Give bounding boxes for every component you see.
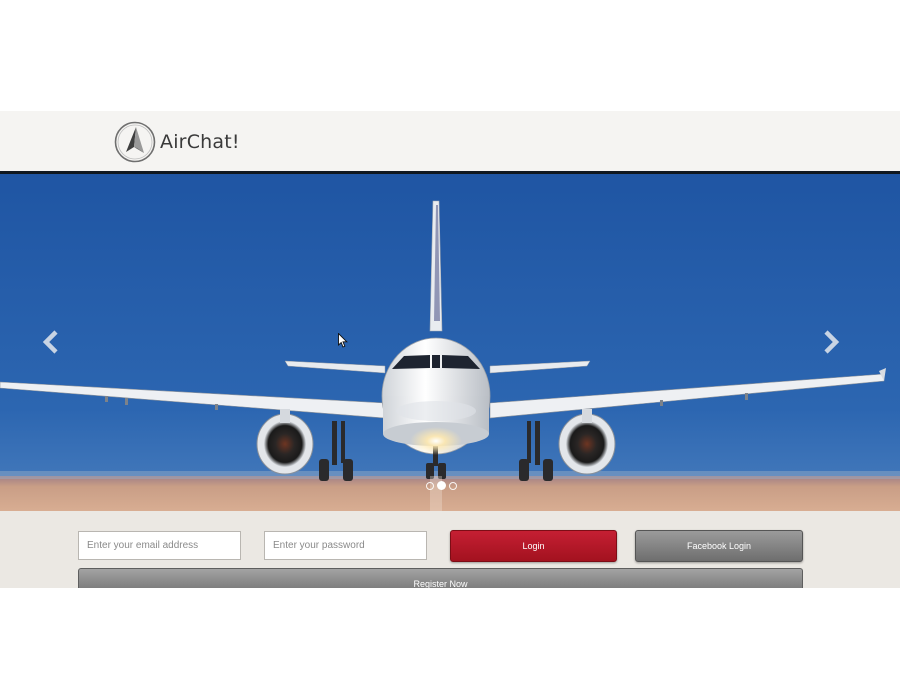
carousel-prev-button[interactable] <box>40 329 64 355</box>
register-clip: Register Now <box>0 511 900 588</box>
register-now-label: Register Now <box>413 579 468 588</box>
page: AirChat! Enter your email address Login … <box>0 0 900 700</box>
register-now-button[interactable]: Register Now <box>78 568 803 588</box>
logo[interactable]: AirChat! <box>114 120 240 164</box>
paper-plane-logo-icon <box>114 121 156 163</box>
logo-text: AirChat! <box>160 131 240 153</box>
carousel-dot-1[interactable] <box>426 481 434 490</box>
carousel-dot-3[interactable] <box>449 481 457 490</box>
chevron-left-icon <box>42 330 58 354</box>
airplane-slide-image <box>0 171 900 511</box>
chevron-right-icon <box>824 330 840 354</box>
hero-top-border <box>0 171 900 174</box>
carousel-dot-2[interactable] <box>437 481 446 490</box>
carousel-next-button[interactable] <box>818 329 842 355</box>
hero-carousel <box>0 171 900 511</box>
site-header: AirChat! <box>0 111 900 171</box>
carousel-indicators <box>426 481 457 490</box>
login-form: Login Facebook Login Register Now <box>0 511 900 588</box>
mouse-pointer-icon <box>338 333 348 348</box>
